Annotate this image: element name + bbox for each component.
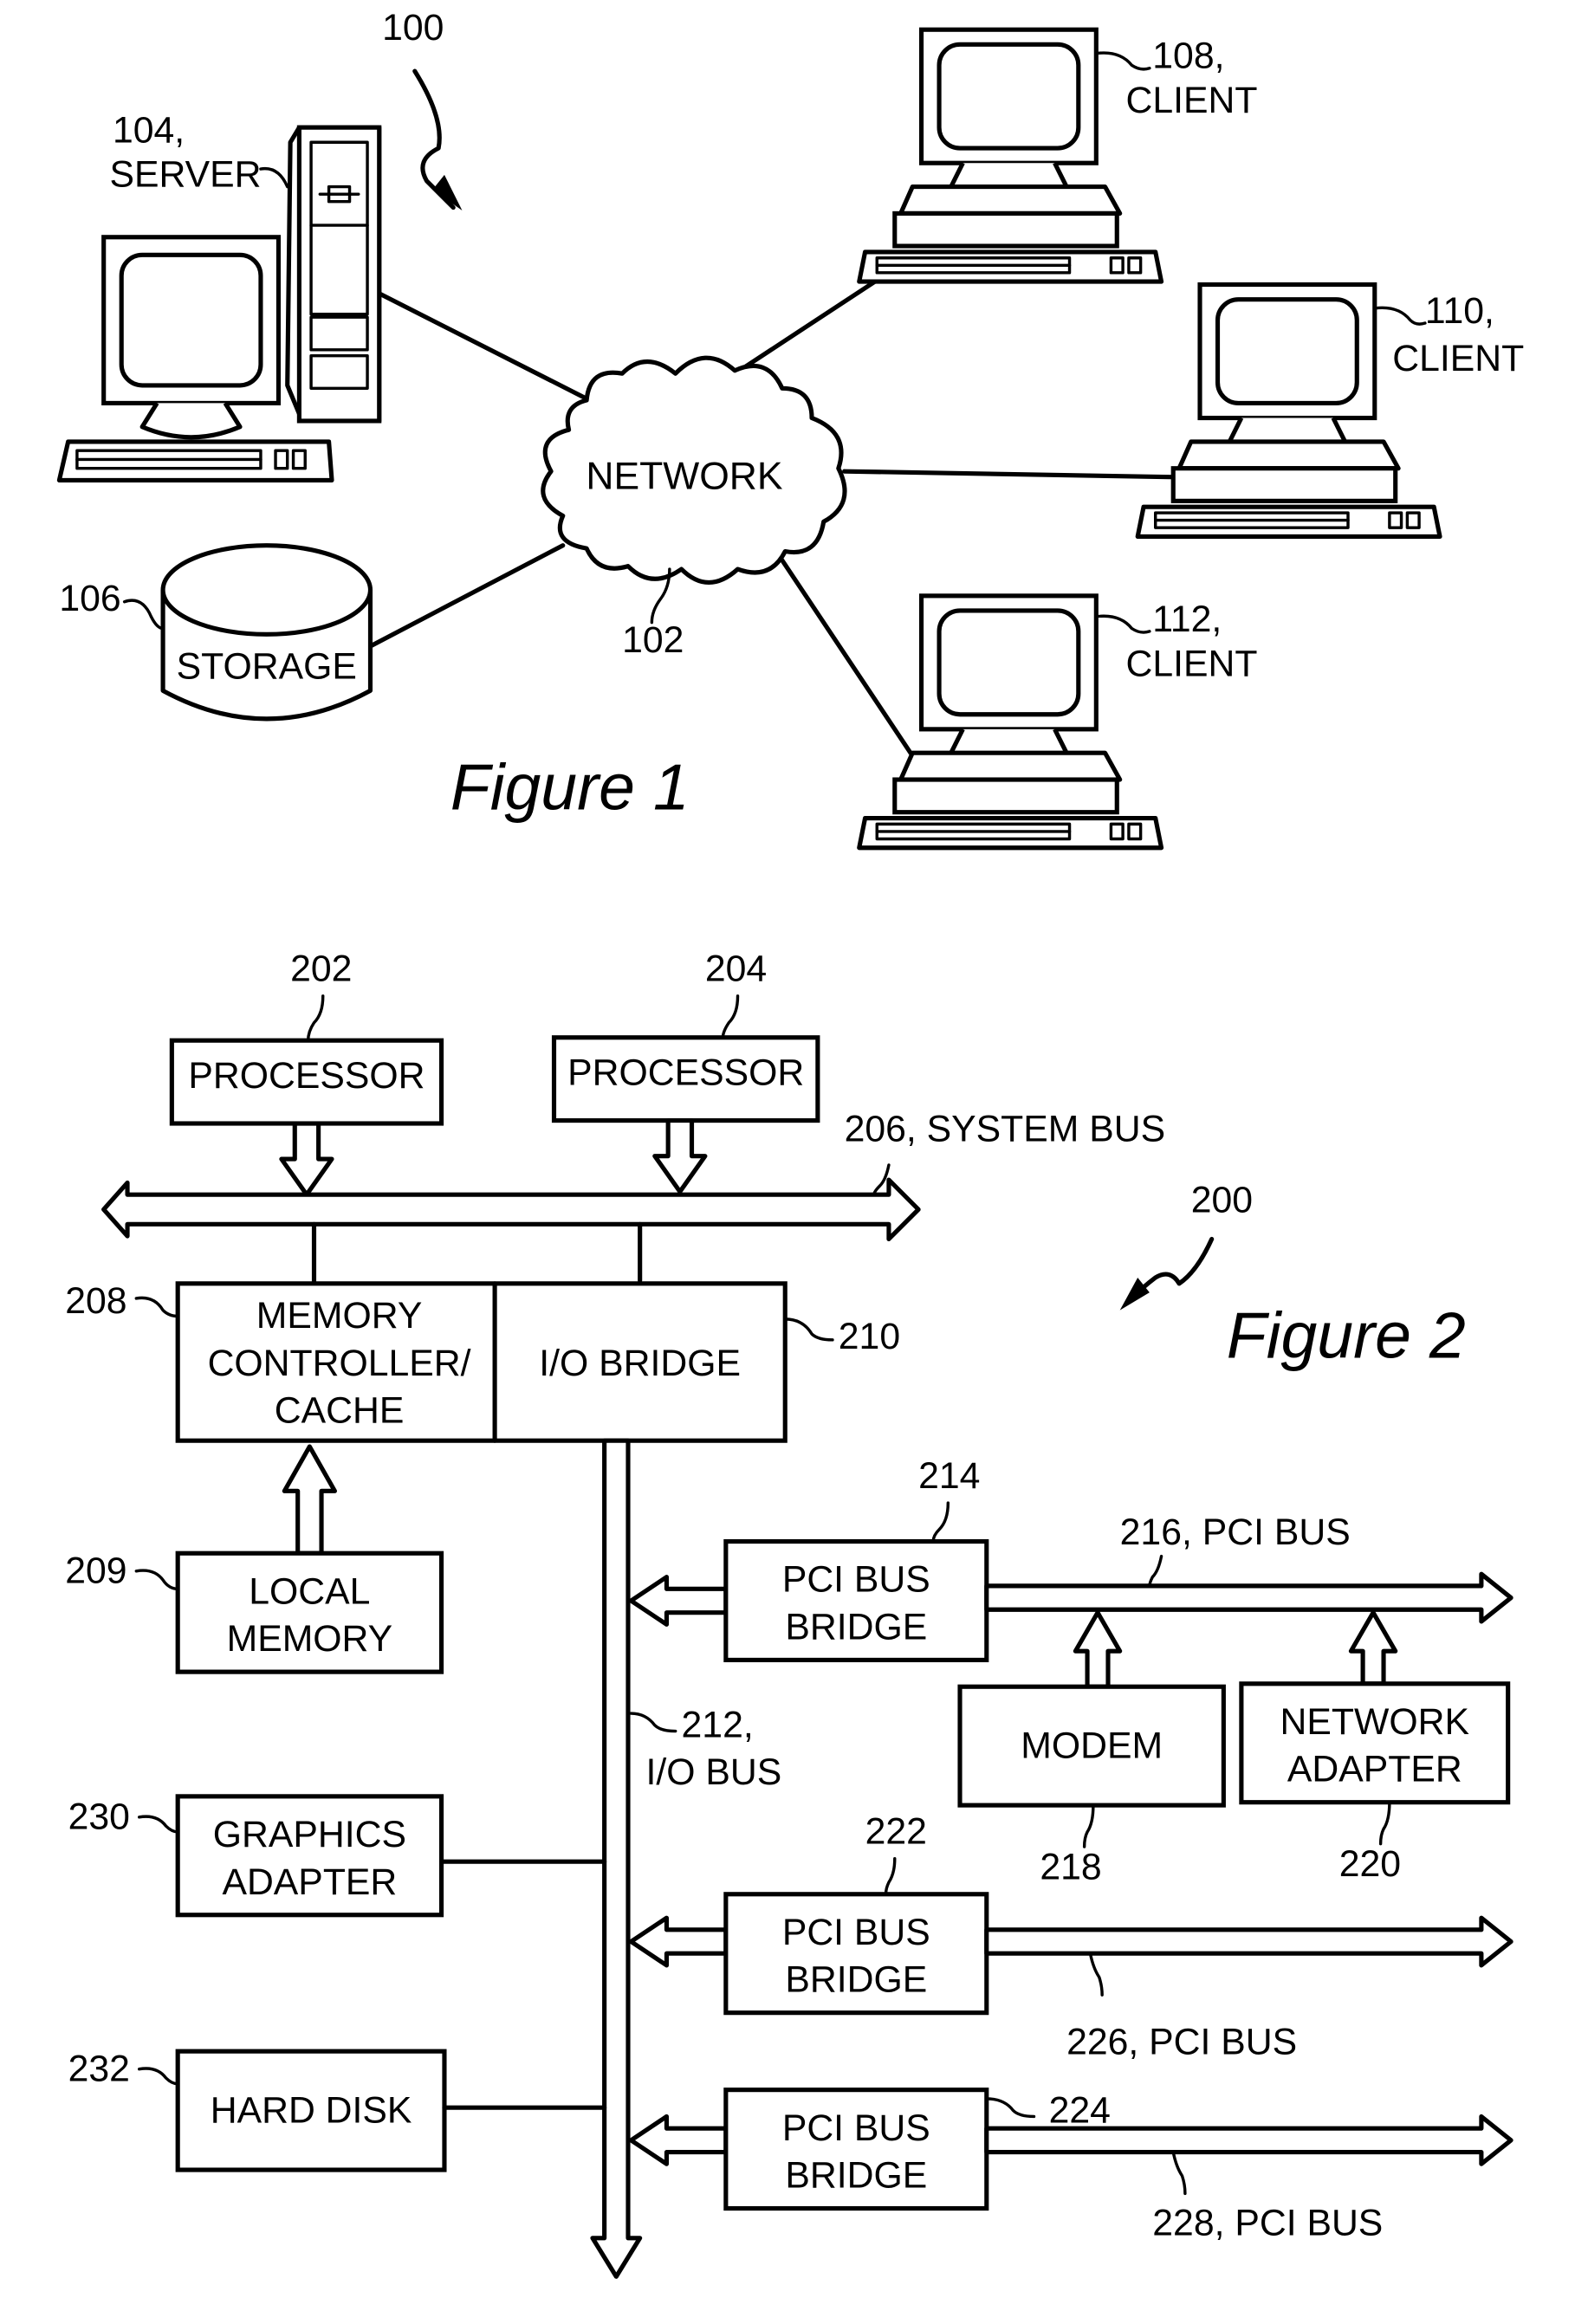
pci-bus-label: 216, PCI BUS: [1120, 1512, 1351, 1553]
network-cloud: NETWORK: [541, 355, 847, 586]
client-112: 112, CLIENT: [859, 596, 1258, 848]
figure-1-caption: Figure 1: [450, 750, 690, 823]
ref-arrow-head-icon: [432, 174, 463, 210]
io-bus-arrow: [590, 1438, 643, 2279]
modem-label: MODEM: [1021, 1725, 1163, 1766]
figure-2: 202 PROCESSOR 204 PROCESSOR 206, SYSTEM …: [65, 948, 1513, 2279]
memory-controller-ref: 208: [65, 1280, 126, 1322]
client-leader: [1094, 614, 1151, 634]
storage-ref: 106: [59, 578, 120, 619]
pci-bridge-line: BRIDGE: [785, 1959, 927, 2001]
client-label: CLIENT: [1392, 338, 1524, 379]
pci-bus-216-arrow: [984, 1571, 1513, 1624]
client-leader: [1373, 306, 1427, 326]
io-bridge-ref: 210: [839, 1316, 900, 1357]
pci-bridge-ref: 222: [865, 1811, 927, 1853]
hard-disk-label: HARD DISK: [211, 2089, 412, 2131]
processor-leader: [721, 994, 740, 1039]
io-bus-ref: 212,: [682, 1704, 754, 1745]
pci-bus-226-arrow: [984, 1915, 1513, 1968]
processor-label: PROCESSOR: [567, 1052, 804, 1094]
left-arrow-icon: [628, 1575, 729, 1627]
server-leader: [259, 166, 289, 189]
modem-ref: 218: [1040, 1847, 1101, 1888]
pci-bridge-leader: [884, 1857, 897, 1896]
memory-controller-line: MEMORY: [256, 1295, 423, 1337]
up-arrow-icon: [282, 1444, 337, 1556]
down-arrow-icon: [279, 1121, 334, 1197]
io-bus-label: I/O BUS: [646, 1751, 782, 1793]
server-ref: 104,: [113, 109, 185, 151]
up-arrow-icon: [1348, 1610, 1398, 1686]
pci-bus-leader: [1148, 1554, 1163, 1588]
ref-arrow-head-icon: [1119, 1277, 1150, 1311]
io-bus-leader: [629, 1712, 677, 1733]
system-bus-label: 206, SYSTEM BUS: [845, 1109, 1166, 1150]
client-110: 110, CLIENT: [1138, 285, 1524, 537]
processor-leader: [306, 994, 325, 1042]
pci-bridge-line: PCI BUS: [782, 1559, 930, 1601]
client-leader: [1094, 51, 1151, 71]
graphics-adapter-ref: 230: [68, 1796, 130, 1837]
pci-bridge-ref: 214: [918, 1455, 980, 1497]
memory-controller-line: CACHE: [275, 1390, 405, 1432]
pci-bridge-ref: 224: [1049, 2089, 1111, 2131]
client-label: CLIENT: [1126, 643, 1258, 684]
network-adapter-ref: 220: [1339, 1843, 1401, 1885]
hard-disk-ref: 232: [68, 2048, 130, 2089]
pci-bridge-line: PCI BUS: [782, 1912, 930, 1953]
client-ref: 108,: [1152, 36, 1224, 77]
processor-ref: 204: [705, 948, 767, 990]
left-arrow-icon: [628, 1915, 729, 1968]
client-ref: 112,: [1152, 599, 1222, 640]
processor-label: PROCESSOR: [188, 1055, 425, 1097]
pci-bridge-leader: [931, 1501, 950, 1544]
server-tower: [285, 125, 382, 424]
pci-bridge-line: PCI BUS: [782, 2107, 930, 2149]
system-bus-arrow: [101, 1177, 921, 1242]
figure-2-caption: Figure 2: [1227, 1298, 1466, 1371]
system-ref-200: 200: [1191, 1180, 1253, 1221]
io-bridge-label: I/O BRIDGE: [539, 1343, 741, 1384]
network-adapter-line: NETWORK: [1280, 1701, 1470, 1743]
graphics-adapter-leader: [138, 1815, 179, 1834]
local-memory-line: LOCAL: [249, 1570, 370, 1612]
pci-bus-label: 226, PCI BUS: [1066, 2022, 1297, 2063]
down-arrow-icon: [652, 1118, 708, 1194]
network-adapter-line: ADAPTER: [1287, 1749, 1462, 1790]
processor-ref: 202: [290, 948, 352, 990]
pci-bus-label: 228, PCI BUS: [1152, 2202, 1383, 2243]
graphics-adapter-line: ADAPTER: [222, 1861, 397, 1903]
network-adapter-leader: [1378, 1800, 1391, 1846]
local-memory-leader: [134, 1569, 179, 1591]
local-memory-ref: 209: [65, 1550, 126, 1591]
pci-bus-leader: [1171, 2150, 1187, 2196]
modem-leader: [1082, 1803, 1095, 1848]
local-memory-line: MEMORY: [227, 1618, 393, 1660]
patent-drawing-sheet: 100 104, SERVER NETWORK 102 STORAGE 106 …: [56, 7, 1524, 2279]
network-label: NETWORK: [586, 456, 783, 498]
up-arrow-icon: [1073, 1610, 1123, 1689]
storage-label: STORAGE: [177, 646, 357, 688]
pci-bridge-line: BRIDGE: [785, 2155, 927, 2197]
client-label: CLIENT: [1126, 80, 1258, 121]
memory-controller-line: CONTROLLER/: [208, 1343, 471, 1384]
memory-controller-leader: [134, 1296, 179, 1318]
client-108: 108, CLIENT: [859, 29, 1258, 282]
system-ref-100: 100: [382, 7, 444, 49]
network-ref: 102: [622, 619, 684, 661]
graphics-adapter-line: GRAPHICS: [213, 1814, 406, 1855]
pci-bridge-leader: [985, 2097, 1036, 2119]
server-label: SERVER: [110, 154, 262, 196]
storage-leader: [122, 599, 165, 631]
pci-bridge-line: BRIDGE: [785, 1606, 927, 1648]
pci-bus-leader: [1088, 1952, 1104, 1997]
hard-disk-leader: [138, 2067, 179, 2086]
io-bridge-leader: [783, 1317, 834, 1342]
client-ref: 110,: [1425, 290, 1494, 332]
figure-1: 100 104, SERVER NETWORK 102 STORAGE 106 …: [56, 7, 1524, 848]
left-arrow-icon: [628, 2114, 729, 2166]
storage-cylinder: STORAGE: [160, 543, 373, 722]
